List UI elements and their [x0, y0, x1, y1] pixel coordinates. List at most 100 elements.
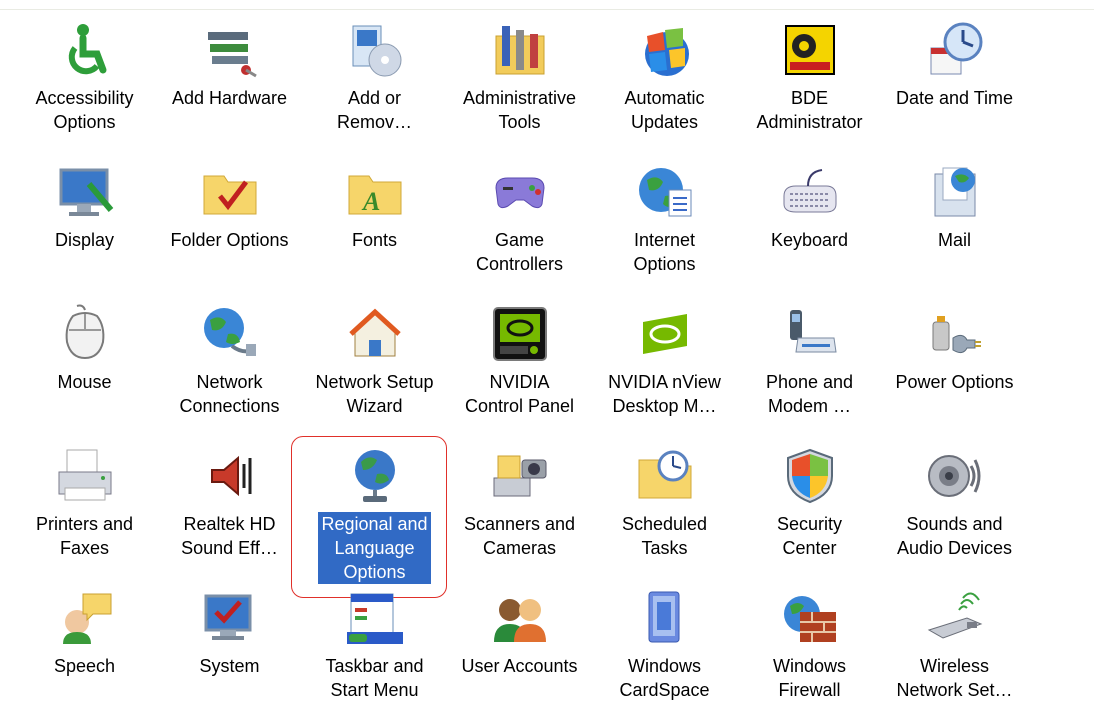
control-panel-item-wireless-network[interactable]: Wireless Network Set… — [882, 582, 1027, 724]
windows-cardspace-icon — [633, 586, 697, 650]
control-panel-item-phone-modem[interactable]: Phone and Modem … — [737, 298, 882, 440]
nvidia-nview-icon — [633, 302, 697, 366]
nvidia-control-panel-icon — [488, 302, 552, 366]
power-options-icon — [923, 302, 987, 366]
speech-icon — [53, 586, 117, 650]
scanners-cameras-icon — [488, 444, 552, 508]
control-panel-item-folder-options[interactable]: Folder Options — [157, 156, 302, 298]
item-label: BDE Administrator — [756, 88, 863, 132]
control-panel-icon-grid: Accessibility Options Add Hardware Add or … — [12, 14, 1027, 724]
security-center-icon — [778, 444, 842, 508]
item-label: Power Options — [895, 372, 1014, 392]
date-time-icon — [923, 18, 987, 82]
network-connections-icon — [198, 302, 262, 366]
item-label: Speech — [53, 656, 116, 676]
item-label: System — [199, 656, 260, 676]
mouse-icon — [53, 302, 117, 366]
item-label: Windows CardSpace — [619, 656, 710, 700]
mail-icon — [923, 160, 987, 224]
control-panel-item-internet-options[interactable]: Internet Options — [592, 156, 737, 298]
control-panel-item-nvidia-control-panel[interactable]: NVIDIA Control Panel — [447, 298, 592, 440]
control-panel-item-bde-administrator[interactable]: BDE Administrator — [737, 14, 882, 156]
control-panel-item-power-options[interactable]: Power Options — [882, 298, 1027, 440]
realtek-sound-icon — [198, 444, 262, 508]
control-panel-item-mail[interactable]: Mail — [882, 156, 1027, 298]
control-panel-item-add-hardware[interactable]: Add Hardware — [157, 14, 302, 156]
add-remove-programs-icon — [343, 18, 407, 82]
control-panel-item-nvidia-nview[interactable]: NVIDIA nView Desktop M… — [592, 298, 737, 440]
item-label: Security Center — [776, 514, 843, 558]
regional-language-icon — [343, 444, 407, 508]
control-panel-item-security-center[interactable]: Security Center — [737, 440, 882, 582]
svg-text:A: A — [361, 187, 380, 216]
control-panel-item-taskbar-start-menu[interactable]: Taskbar and Start Menu — [302, 582, 447, 724]
control-panel-item-speech[interactable]: Speech — [12, 582, 157, 724]
folder-options-icon — [198, 160, 262, 224]
item-label: Scanners and Cameras — [463, 514, 576, 558]
control-panel-item-administrative-tools[interactable]: Administrative Tools — [447, 14, 592, 156]
item-label: Network Setup Wizard — [315, 372, 434, 416]
item-label: Internet Options — [633, 230, 696, 274]
control-panel-item-keyboard[interactable]: Keyboard — [737, 156, 882, 298]
administrative-tools-icon — [488, 18, 552, 82]
keyboard-icon — [778, 160, 842, 224]
control-panel-item-display[interactable]: Display — [12, 156, 157, 298]
wireless-network-icon — [923, 586, 987, 650]
item-label: Realtek HD Sound Eff… — [181, 514, 278, 558]
accessibility-icon — [53, 18, 117, 82]
game-controllers-icon — [488, 160, 552, 224]
control-panel-item-automatic-updates[interactable]: Automatic Updates — [592, 14, 737, 156]
item-label: Accessibility Options — [35, 88, 134, 132]
control-panel-item-windows-firewall[interactable]: Windows Firewall — [737, 582, 882, 724]
sounds-audio-icon — [923, 444, 987, 508]
control-panel-item-user-accounts[interactable]: User Accounts — [447, 582, 592, 724]
control-panel-item-windows-cardspace[interactable]: Windows CardSpace — [592, 582, 737, 724]
taskbar-start-menu-icon — [343, 586, 407, 650]
item-label: Fonts — [351, 230, 398, 250]
control-panel-item-date-time[interactable]: Date and Time — [882, 14, 1027, 156]
item-label: Folder Options — [170, 230, 289, 250]
item-label: Wireless Network Set… — [896, 656, 1013, 700]
control-panel-item-accessibility[interactable]: Accessibility Options — [12, 14, 157, 156]
item-label: Date and Time — [895, 88, 1014, 108]
item-label: Administrative Tools — [462, 88, 577, 132]
printers-faxes-icon — [53, 444, 117, 508]
item-label: Automatic Updates — [624, 88, 705, 132]
item-label: Mail — [937, 230, 971, 250]
control-panel-item-regional-language[interactable]: Regional and Language Options — [291, 436, 447, 598]
item-label: Add or Remov… — [336, 88, 412, 132]
control-panel-item-add-remove-programs[interactable]: Add or Remov… — [302, 14, 447, 156]
item-label: User Accounts — [461, 656, 578, 676]
item-label: Taskbar and Start Menu — [325, 656, 424, 700]
item-label: Regional and Language Options — [318, 512, 431, 584]
add-hardware-icon — [198, 18, 262, 82]
item-label: Scheduled Tasks — [621, 514, 708, 558]
network-setup-wizard-icon — [343, 302, 407, 366]
control-panel-item-realtek-sound[interactable]: Realtek HD Sound Eff… — [157, 440, 302, 582]
automatic-updates-icon — [633, 18, 697, 82]
item-label: Network Connections — [179, 372, 280, 416]
control-panel-item-system[interactable]: System — [157, 582, 302, 724]
item-label: Phone and Modem … — [765, 372, 854, 416]
system-icon — [198, 586, 262, 650]
control-panel-item-network-setup-wizard[interactable]: Network Setup Wizard — [302, 298, 447, 440]
control-panel-item-network-connections[interactable]: Network Connections — [157, 298, 302, 440]
control-panel-item-scanners-cameras[interactable]: Scanners and Cameras — [447, 440, 592, 582]
item-label: NVIDIA nView Desktop M… — [608, 372, 721, 416]
control-panel-item-game-controllers[interactable]: Game Controllers — [447, 156, 592, 298]
top-divider — [0, 9, 1094, 10]
item-label: Mouse — [57, 372, 112, 392]
fonts-icon: A — [343, 160, 407, 224]
control-panel-item-mouse[interactable]: Mouse — [12, 298, 157, 440]
user-accounts-icon — [488, 586, 552, 650]
control-panel-item-fonts[interactable]: A Fonts — [302, 156, 447, 298]
control-panel-item-scheduled-tasks[interactable]: Scheduled Tasks — [592, 440, 737, 582]
item-label: Sounds and Audio Devices — [896, 514, 1013, 558]
phone-modem-icon — [778, 302, 842, 366]
control-panel-item-sounds-audio[interactable]: Sounds and Audio Devices — [882, 440, 1027, 582]
display-icon — [53, 160, 117, 224]
windows-firewall-icon — [778, 586, 842, 650]
item-label: Printers and Faxes — [35, 514, 134, 558]
item-label: Windows Firewall — [772, 656, 847, 700]
control-panel-item-printers-faxes[interactable]: Printers and Faxes — [12, 440, 157, 582]
